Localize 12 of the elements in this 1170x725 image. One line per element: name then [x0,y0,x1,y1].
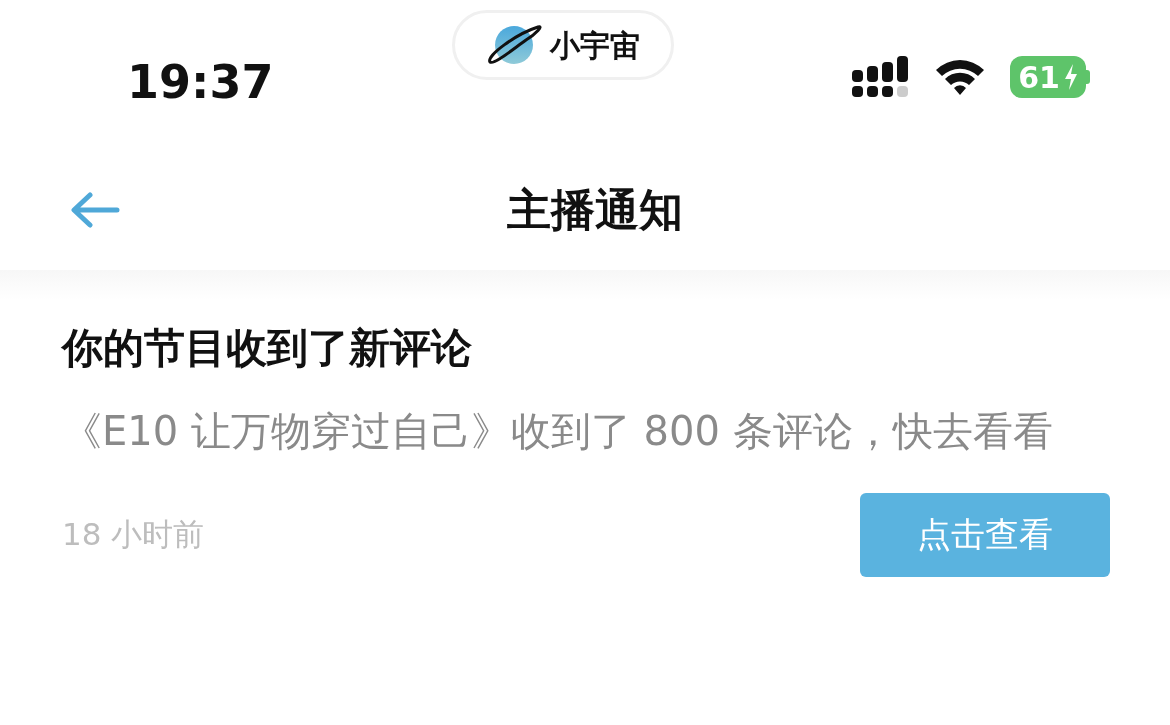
app-name: 小宇宙 [549,26,640,65]
battery-indicator: 61 [1010,56,1086,98]
status-time: 19:37 [127,54,274,111]
notification-time: 18 小时前 [62,515,205,555]
page-title: 主播通知 [506,183,684,237]
view-button[interactable]: 点击查看 [860,492,1110,577]
signal-icon [852,56,911,98]
wifi-icon [934,58,987,96]
notification-title: 你的节目收到了新评论 [62,323,473,374]
charging-icon [1064,64,1078,90]
back-arrow-icon[interactable] [70,192,120,228]
notification-body: 《E10 让万物穿过自己》收到了 800 条评论，快去看看 [62,406,1054,456]
